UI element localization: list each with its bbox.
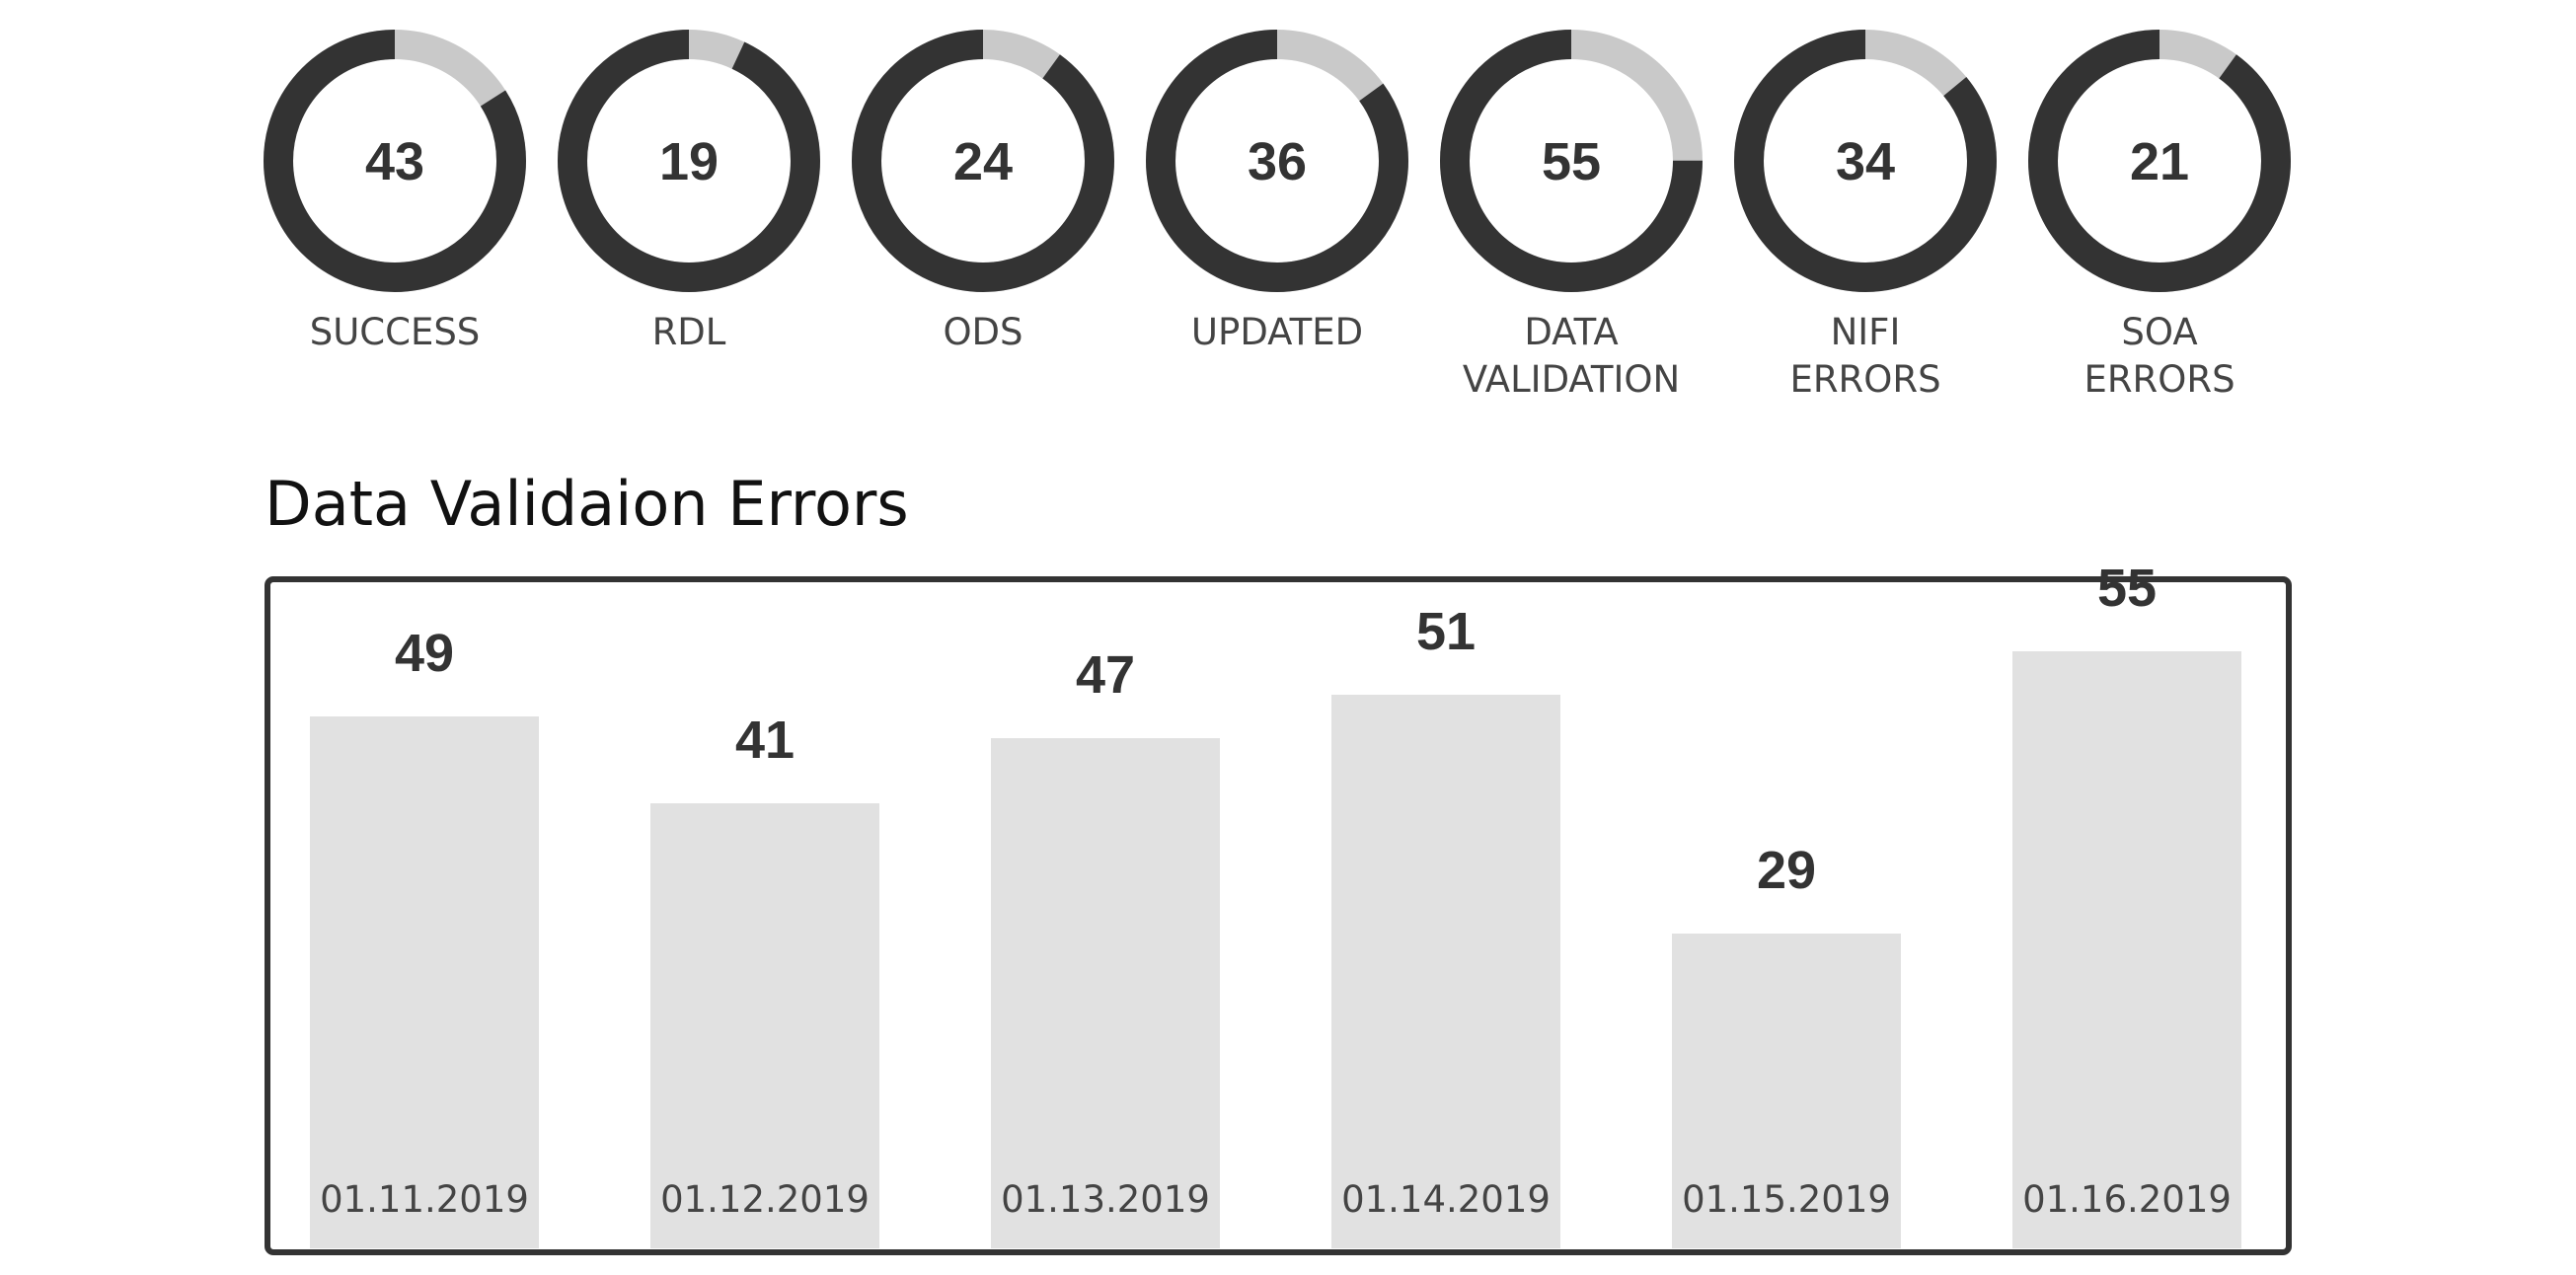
donut-value: 21 [2130, 132, 2189, 191]
bar-category-label: 01.12.2019 [660, 1178, 870, 1221]
bar [1331, 695, 1560, 1248]
donut-value: 55 [1542, 132, 1601, 191]
dashboard-canvas: 43 SUCCESS 19 RDL 24 ODS 36 UPDATED 55 DATA VALIDA… [264, 30, 2292, 1255]
bar [310, 716, 539, 1248]
donut-label: DATA [1524, 311, 1618, 353]
summary-donut: 21 SOA ERRORS [2028, 30, 2291, 401]
donut-value: 36 [1248, 132, 1307, 191]
bar-value-label: 55 [2097, 559, 2157, 618]
summary-donut: 55 DATA VALIDATION [1440, 30, 1703, 401]
summary-donut: 24 ODS [852, 30, 1114, 353]
bar-category-label: 01.16.2019 [2022, 1178, 2232, 1221]
bar-chart: 49 01.11.2019 41 01.12.2019 47 01.13.2019 51 01… [310, 559, 2241, 1248]
donut-label: SOA [2121, 311, 2197, 353]
bar-value-label: 51 [1416, 602, 1476, 661]
donut-label: NIFI [1831, 311, 1901, 353]
summary-donut: 36 UPDATED [1146, 30, 1408, 353]
bar [991, 738, 1220, 1248]
summary-donuts: 43 SUCCESS 19 RDL 24 ODS 36 UPDATED 55 DATA VALIDA… [264, 30, 2291, 401]
donut-label: ERRORS [1789, 358, 1940, 401]
bar-category-label: 01.14.2019 [1341, 1178, 1551, 1221]
bar [2012, 651, 2241, 1248]
donut-value: 19 [659, 132, 719, 191]
bar-category-label: 01.11.2019 [320, 1178, 529, 1221]
donut-value: 34 [1836, 132, 1895, 191]
donut-label: UPDATED [1191, 311, 1363, 353]
bar-category-label: 01.15.2019 [1682, 1178, 1891, 1221]
donut-label: RDL [652, 311, 726, 353]
bar-value-label: 29 [1757, 841, 1816, 900]
donut-label: ERRORS [2084, 358, 2235, 401]
chart-title: Data Validaion Errors [265, 468, 909, 540]
bar-value-label: 41 [735, 711, 795, 770]
bar-value-label: 47 [1076, 645, 1135, 705]
summary-donut: 43 SUCCESS [264, 30, 526, 353]
donut-value: 24 [953, 132, 1013, 191]
chart-frame [265, 576, 2292, 1255]
donut-value: 43 [365, 132, 424, 191]
donut-label: ODS [943, 311, 1023, 353]
donut-label: VALIDATION [1463, 358, 1680, 401]
summary-donut: 34 NIFI ERRORS [1734, 30, 1997, 401]
bar-category-label: 01.13.2019 [1001, 1178, 1210, 1221]
bar-value-label: 49 [395, 624, 454, 683]
summary-donut: 19 RDL [558, 30, 820, 353]
donut-label: SUCCESS [310, 311, 481, 353]
